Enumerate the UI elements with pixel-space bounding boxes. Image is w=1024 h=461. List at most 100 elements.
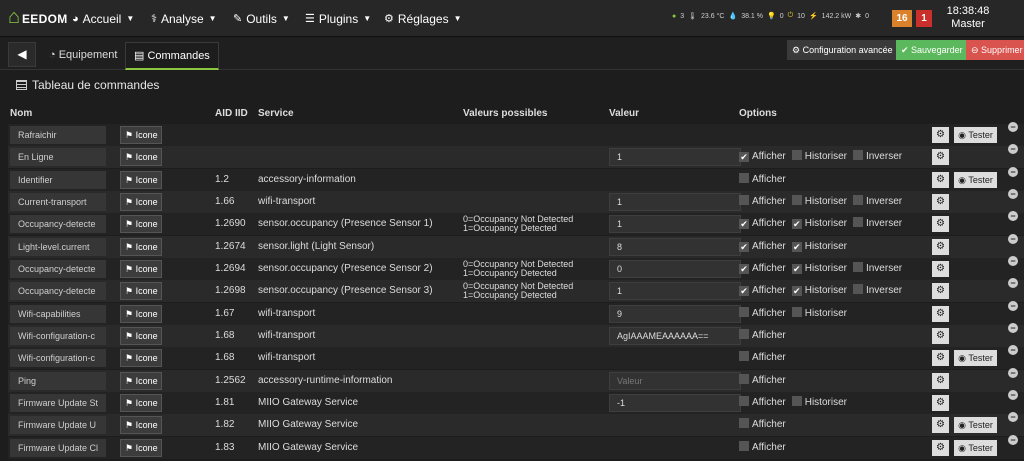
remove-command-icon[interactable]: − [1008, 122, 1018, 132]
config-cogs-button[interactable]: ⚙ [932, 327, 949, 344]
remove-command-icon[interactable]: − [1008, 188, 1018, 199]
tester-button[interactable]: ◉ Tester [954, 417, 997, 434]
value-field[interactable]: 9 [609, 304, 741, 323]
checkbox-afficher[interactable]: ✔ [739, 152, 749, 163]
remove-command-icon[interactable]: − [1008, 412, 1018, 423]
checkbox-afficher[interactable] [739, 351, 749, 362]
remove-command-icon[interactable]: − [1008, 233, 1018, 244]
save-button[interactable]: ✔ Sauvegarder [896, 40, 966, 60]
nav-analyse[interactable]: ⚕ Analyse ▼ [151, 0, 217, 37]
config-cogs-button[interactable]: ⚙ [932, 260, 949, 277]
value-field[interactable]: Valeur [609, 371, 741, 390]
icone-button[interactable]: ⚑ Icone [120, 326, 162, 345]
value-field[interactable]: 0 [609, 259, 741, 278]
checkbox-historiser[interactable]: ✔ [791, 219, 802, 230]
config-cogs-button[interactable]: ⚙ [932, 283, 949, 300]
remove-command-icon[interactable]: − [1008, 166, 1018, 177]
checkbox-afficher[interactable] [739, 395, 749, 406]
icone-button[interactable]: ⚑ Icone [120, 215, 162, 234]
checkbox-afficher[interactable]: ✔ [739, 263, 749, 274]
checkbox-historiser[interactable] [791, 395, 802, 406]
remove-command-icon[interactable]: − [1008, 322, 1018, 333]
back-button[interactable]: ◀ [8, 42, 36, 67]
icone-button[interactable]: ⚑ Icone [120, 126, 162, 144]
command-name-field[interactable]: Wifi-configuration-c [10, 326, 106, 345]
config-cogs-button[interactable]: ⚙ [932, 193, 949, 210]
checkbox-afficher[interactable] [739, 328, 749, 339]
config-cogs-button[interactable]: ⚙ [932, 216, 949, 233]
nav-reglages[interactable]: ⚙ Réglages ▼ [384, 0, 462, 37]
checkbox-inverser[interactable] [852, 217, 863, 228]
checkbox-afficher[interactable]: ✔ [739, 219, 749, 230]
checkbox-historiser[interactable]: ✔ [791, 286, 802, 297]
checkbox-inverser[interactable] [852, 194, 863, 205]
tab-equipement[interactable]: ◔ Equipement [41, 42, 125, 70]
icone-button[interactable]: ⚑ Icone [120, 148, 162, 167]
checkbox-afficher[interactable] [739, 373, 749, 384]
command-name-field[interactable]: Identifier [10, 170, 106, 189]
command-name-field[interactable]: Wifi-configuration-c [10, 349, 106, 368]
value-field[interactable]: 1 [609, 215, 741, 234]
checkbox-afficher[interactable] [739, 194, 749, 205]
remove-command-icon[interactable]: − [1008, 434, 1018, 445]
config-cogs-button[interactable]: ⚙ [932, 149, 949, 166]
checkbox-afficher[interactable]: ✔ [739, 286, 749, 297]
config-cogs-button[interactable]: ⚙ [932, 350, 949, 367]
checkbox-inverser[interactable] [852, 261, 863, 272]
checkbox-historiser[interactable] [791, 194, 802, 205]
checkbox-inverser[interactable] [852, 284, 863, 295]
icone-button[interactable]: ⚑ Icone [120, 304, 162, 323]
config-cogs-button[interactable]: ⚙ [932, 417, 949, 434]
nav-accueil[interactable]: ◕ Accueil ▼ [72, 0, 134, 37]
checkbox-afficher[interactable]: ✔ [739, 241, 749, 252]
checkbox-afficher[interactable] [739, 440, 749, 451]
config-cogs-button[interactable]: ⚙ [932, 127, 949, 143]
command-name-field[interactable]: Rafraichir [10, 126, 106, 144]
command-name-field[interactable]: Firmware Update U [10, 416, 106, 435]
icone-button[interactable]: ⚑ Icone [120, 259, 162, 278]
checkbox-historiser[interactable]: ✔ [791, 263, 802, 274]
alert-badge[interactable]: 1 [916, 10, 932, 27]
remove-command-icon[interactable]: − [1008, 367, 1018, 378]
checkbox-historiser[interactable] [791, 150, 802, 161]
command-name-field[interactable]: Wifi-capabilities [10, 304, 106, 323]
value-field[interactable]: AgIAAAMEAAAAAA== [609, 326, 741, 345]
icone-button[interactable]: ⚑ Icone [120, 170, 162, 189]
command-name-field[interactable]: Ping [10, 371, 106, 390]
command-name-field[interactable]: Current-transport [10, 192, 106, 211]
delete-button[interactable]: ⊖ Supprimer [966, 40, 1024, 60]
value-field[interactable]: 1 [609, 192, 741, 211]
remove-command-icon[interactable]: − [1008, 255, 1018, 266]
checkbox-afficher[interactable] [739, 418, 749, 429]
command-name-field[interactable]: Occupancy-detecte [10, 259, 106, 278]
value-field[interactable]: 1 [609, 282, 741, 301]
icone-button[interactable]: ⚑ Icone [120, 393, 162, 412]
value-field[interactable]: 1 [609, 148, 741, 167]
message-badge[interactable]: 16 [892, 10, 912, 27]
remove-command-icon[interactable]: − [1008, 211, 1018, 222]
command-name-field[interactable]: Firmware Update St [10, 393, 106, 412]
config-cogs-button[interactable]: ⚙ [932, 372, 949, 389]
advanced-config-button[interactable]: ⚙ Configuration avancée [787, 40, 896, 60]
remove-command-icon[interactable]: − [1008, 345, 1018, 356]
remove-command-icon[interactable]: − [1008, 389, 1018, 400]
icone-button[interactable]: ⚑ Icone [120, 438, 162, 457]
checkbox-inverser[interactable] [852, 150, 863, 161]
icone-button[interactable]: ⚑ Icone [120, 192, 162, 211]
tester-button[interactable]: ◉ Tester [954, 171, 997, 188]
command-name-field[interactable]: En Ligne [10, 148, 106, 167]
tester-button[interactable]: ◉ Tester [954, 350, 997, 367]
config-cogs-button[interactable]: ⚙ [932, 305, 949, 322]
icone-button[interactable]: ⚑ Icone [120, 371, 162, 390]
icone-button[interactable]: ⚑ Icone [120, 416, 162, 435]
jeedom-logo[interactable]: ⌂ EEDOM [8, 6, 67, 30]
checkbox-afficher[interactable] [739, 306, 749, 317]
config-cogs-button[interactable]: ⚙ [932, 171, 949, 188]
config-cogs-button[interactable]: ⚙ [932, 238, 949, 255]
value-field[interactable]: 8 [609, 237, 741, 256]
command-name-field[interactable]: Light-level.current [10, 237, 106, 256]
remove-command-icon[interactable]: − [1008, 300, 1018, 311]
checkbox-afficher[interactable] [739, 172, 749, 183]
remove-command-icon[interactable]: − [1008, 144, 1018, 155]
tester-button[interactable]: ◉ Tester [954, 127, 997, 143]
